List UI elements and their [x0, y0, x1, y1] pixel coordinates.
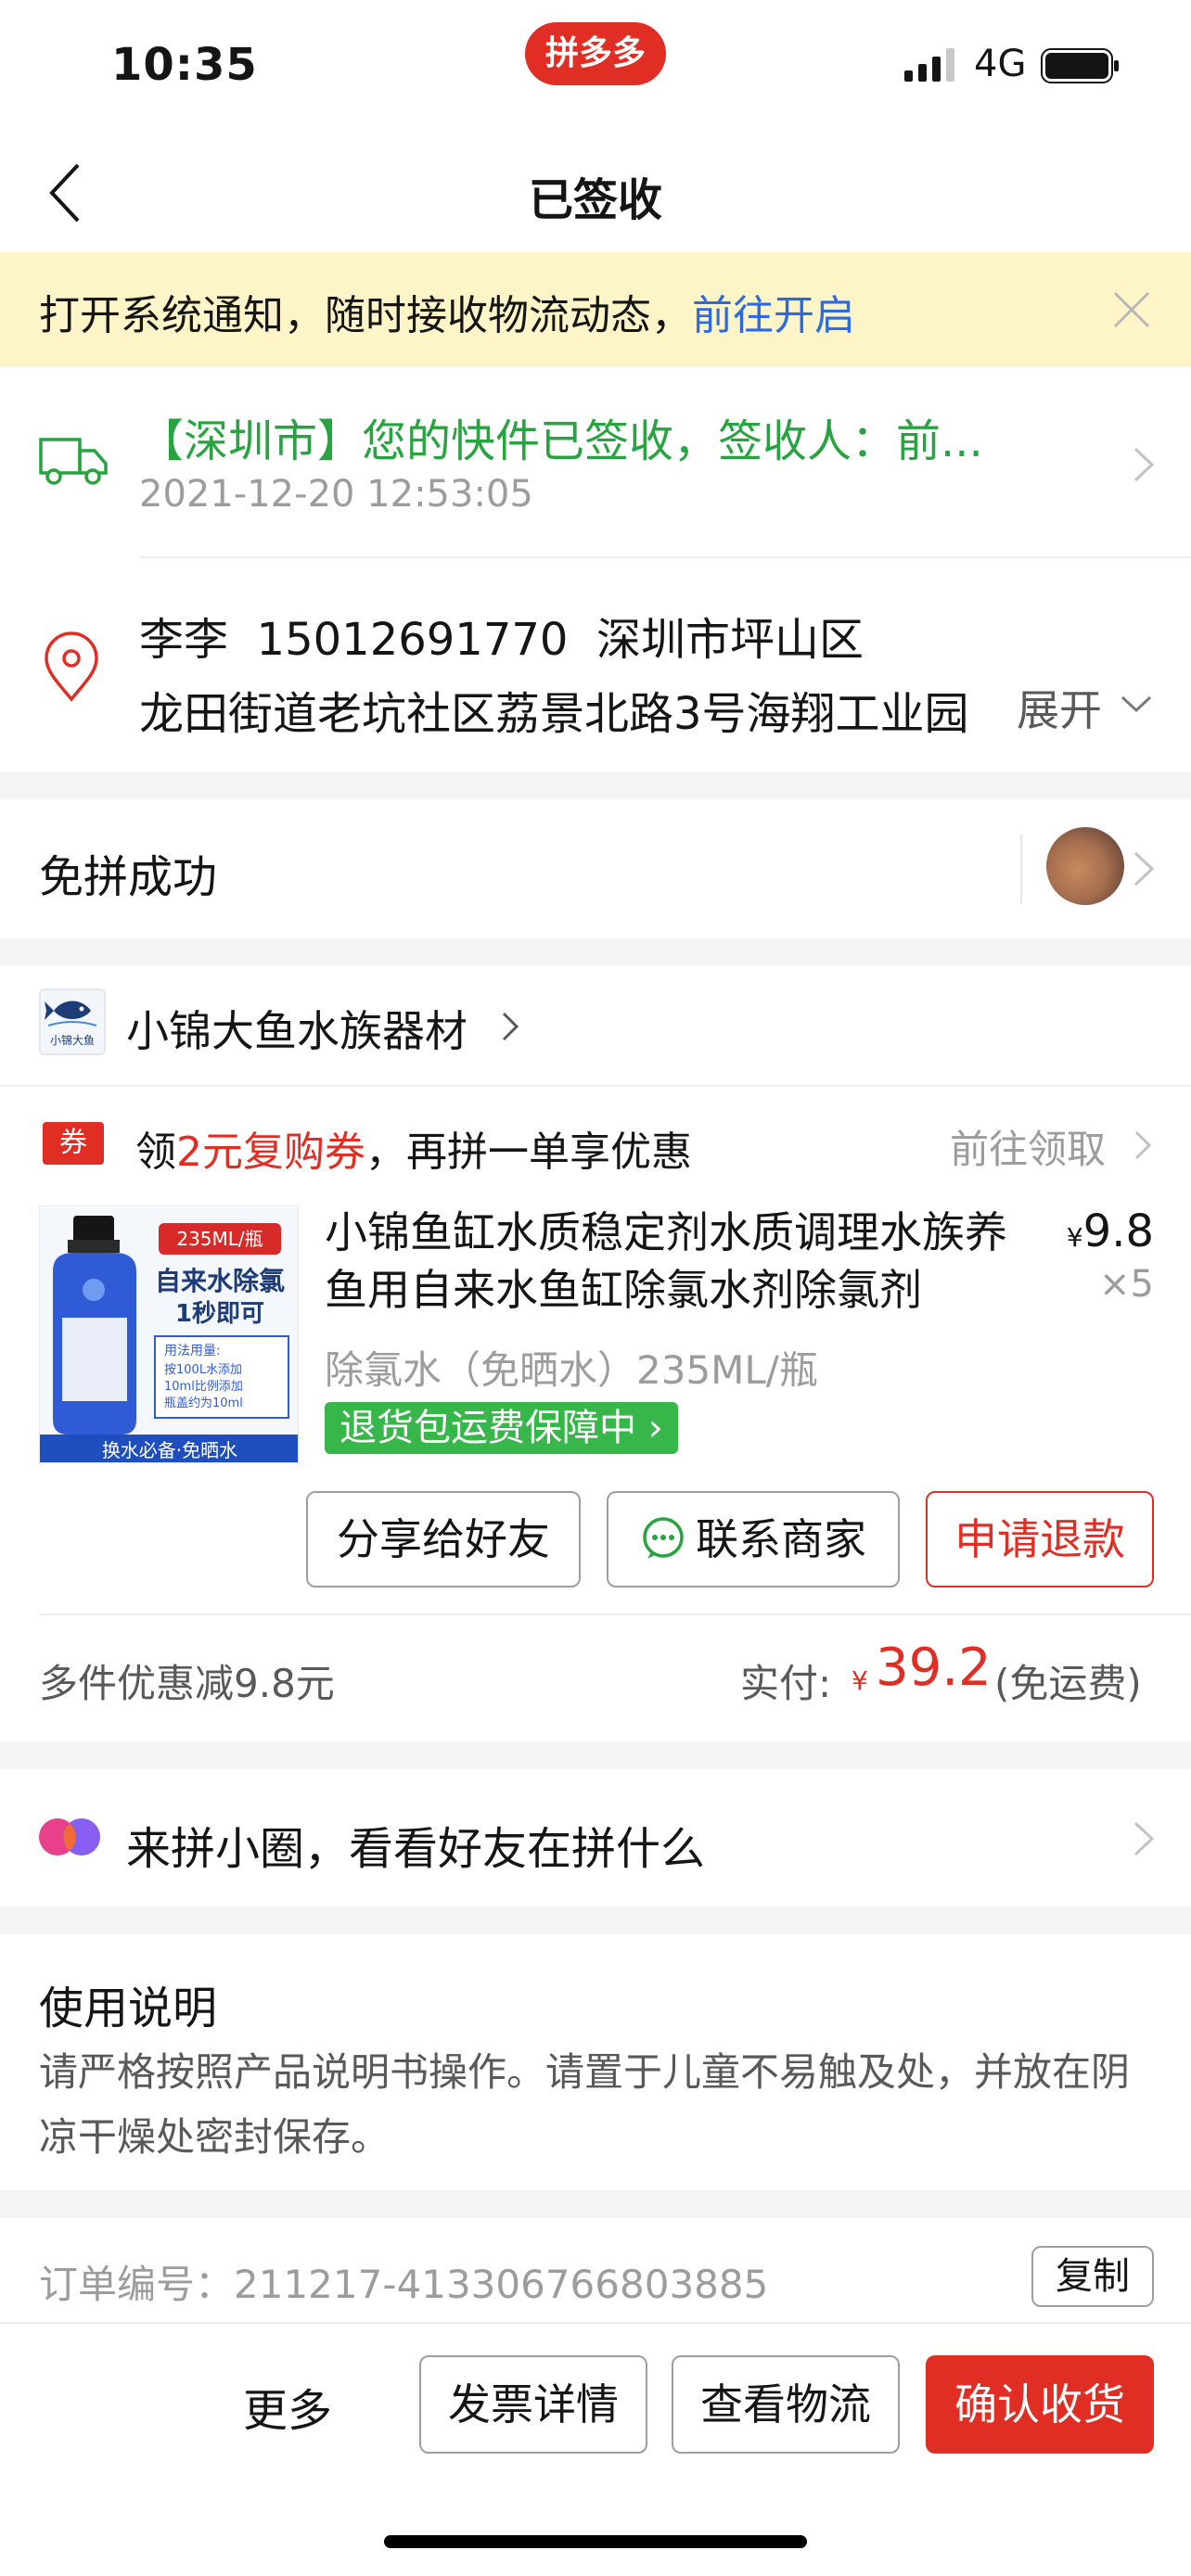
image-headline-1: 自来水除氯	[155, 1266, 285, 1296]
price-currency: ¥	[1066, 1222, 1083, 1253]
chevron-down-icon[interactable]	[1119, 694, 1154, 716]
image-usage-line-2: 10ml比例添加	[164, 1380, 243, 1394]
recipient-name: 李李	[139, 614, 229, 666]
coupon-icon: 券	[43, 1122, 104, 1165]
chevron-right-icon[interactable]	[501, 1011, 519, 1042]
coupon-prefix: 领	[135, 1129, 176, 1176]
image-usage-line-3: 瓶盖约为10ml	[164, 1396, 243, 1410]
close-icon[interactable]	[1109, 287, 1154, 332]
location-pin-icon	[45, 631, 98, 702]
recipient-info: 李李 15012691770 深圳市坪山区	[139, 603, 864, 668]
chevron-right-icon[interactable]	[1130, 1817, 1158, 1860]
return-shipping-badge[interactable]: 退货包运费保障中 ›	[325, 1402, 678, 1454]
status-time: 10:35	[111, 39, 258, 91]
invoice-details-button[interactable]: 发票详情	[419, 2355, 647, 2454]
contact-label: 联系商家	[696, 1514, 866, 1564]
order-value: 211217-413306766803885	[234, 2262, 769, 2307]
product-quantity: ×5	[1099, 1263, 1154, 1306]
expand-address-button[interactable]: 展开	[1017, 677, 1102, 738]
paid-amount: 39.2	[876, 1638, 992, 1698]
usage-title: 使用说明	[39, 1983, 218, 2034]
community-link[interactable]: 来拼小圈，看看好友在拼什么	[126, 1812, 705, 1877]
contact-seller-button[interactable]: 联系商家	[607, 1491, 900, 1588]
more-button[interactable]: 更多	[243, 2374, 332, 2439]
price-value: 9.8	[1082, 1205, 1154, 1257]
avatar[interactable]	[1046, 827, 1124, 905]
fish-logo-icon	[45, 1001, 97, 1027]
shop-name[interactable]: 小锦大鱼水族器材	[126, 998, 467, 1059]
refund-button[interactable]: 申请退款	[926, 1491, 1154, 1588]
section-gap	[0, 772, 1191, 799]
chevron-right-icon: ›	[647, 1407, 663, 1449]
notice-message: 打开系统通知，随时接收物流动态，	[39, 292, 692, 339]
recipient-district: 深圳市坪山区	[596, 614, 864, 666]
product-image[interactable]: 235ML/瓶 自来水除氯 1秒即可 用法用量: 按100L水添加 10ml比例…	[39, 1205, 299, 1463]
shipping-note: (免运费)	[994, 1661, 1142, 1706]
discount-text: 多件优惠减9.8元	[39, 1661, 335, 1706]
address-detail: 龙田街道老坑社区荔景北路3号海翔工业园	[139, 688, 969, 740]
coupon-text: 领2元复购券，再拼一单享优惠	[135, 1118, 692, 1178]
paid-label: 实付:	[740, 1661, 832, 1706]
order-number: 订单编号：211217-413306766803885	[39, 2253, 768, 2310]
network-label: 4G	[974, 43, 1027, 85]
chevron-right-icon	[1133, 447, 1155, 482]
shop-logo: 小锦大鱼	[39, 988, 106, 1055]
recipient-phone: 15012691770	[256, 614, 569, 666]
coupon-amount: 2元复购券	[176, 1129, 365, 1176]
image-footer: 换水必备·免晒水	[102, 1439, 237, 1461]
signal-icon	[904, 48, 954, 82]
notice-text: 打开系统通知，随时接收物流动态，前往开启	[39, 282, 855, 341]
section-gap	[0, 1741, 1191, 1769]
product-spec: 除氯水（免晒水）235ML/瓶	[325, 1347, 818, 1393]
coupon-suffix: ，再拼一单享优惠	[365, 1129, 692, 1176]
app-badge: 拼多多	[525, 22, 666, 85]
divider	[39, 1613, 1191, 1615]
product-title[interactable]: 小锦鱼缸水质稳定剂水质调理水族养鱼用自来水鱼缸除氯水剂除氯剂	[325, 1204, 1011, 1319]
image-tag: 235ML/瓶	[176, 1228, 263, 1250]
logistics-time: 2021-12-20 12:53:05	[139, 473, 533, 516]
battery-icon	[1041, 48, 1119, 83]
shop-logo-text: 小锦大鱼	[49, 1034, 95, 1047]
product-price: ¥9.8	[1057, 1205, 1154, 1257]
order-label: 订单编号：	[39, 2262, 235, 2307]
divider	[139, 556, 1191, 558]
chevron-right-icon[interactable]	[1133, 1129, 1152, 1161]
confirm-receipt-button[interactable]: 确认收货	[926, 2355, 1154, 2454]
section-gap	[0, 1906, 1191, 1934]
section-gap	[0, 938, 1191, 966]
community-icon	[39, 1818, 100, 1855]
chevron-right-icon[interactable]	[1130, 848, 1158, 890]
image-headline-2: 1秒即可	[175, 1300, 264, 1328]
enable-notifications-link[interactable]: 前往开启	[692, 292, 855, 339]
claim-coupon-link[interactable]: 前往领取	[950, 1118, 1106, 1175]
section-gap	[0, 2190, 1191, 2218]
image-usage-line-1: 按100L水添加	[164, 1363, 242, 1377]
product-photo: 235ML/瓶 自来水除氯 1秒即可 用法用量: 按100L水添加 10ml比例…	[40, 1206, 298, 1462]
truck-icon	[39, 438, 108, 485]
view-logistics-button[interactable]: 查看物流	[672, 2355, 900, 2454]
image-usage-title: 用法用量:	[164, 1344, 221, 1358]
chat-icon	[643, 1517, 684, 1559]
share-button[interactable]: 分享给好友	[306, 1491, 581, 1588]
logistics-status: 【深圳市】您的快件已签收，签收人：前...	[139, 415, 983, 467]
page-title: 已签收	[528, 174, 662, 226]
copy-button[interactable]: 复制	[1031, 2246, 1154, 2307]
divider	[0, 1085, 1191, 1087]
home-indicator	[384, 2535, 807, 2548]
divider	[1020, 835, 1022, 903]
guarantee-text: 退货包运费保障中	[339, 1407, 636, 1449]
usage-text: 请严格按照产品说明书操作。请置于儿童不易触及处，并放在阴凉干燥处密封保存。	[39, 2049, 1131, 2160]
group-status: 免拼成功	[39, 851, 218, 903]
paid-currency: ¥	[852, 1665, 868, 1696]
